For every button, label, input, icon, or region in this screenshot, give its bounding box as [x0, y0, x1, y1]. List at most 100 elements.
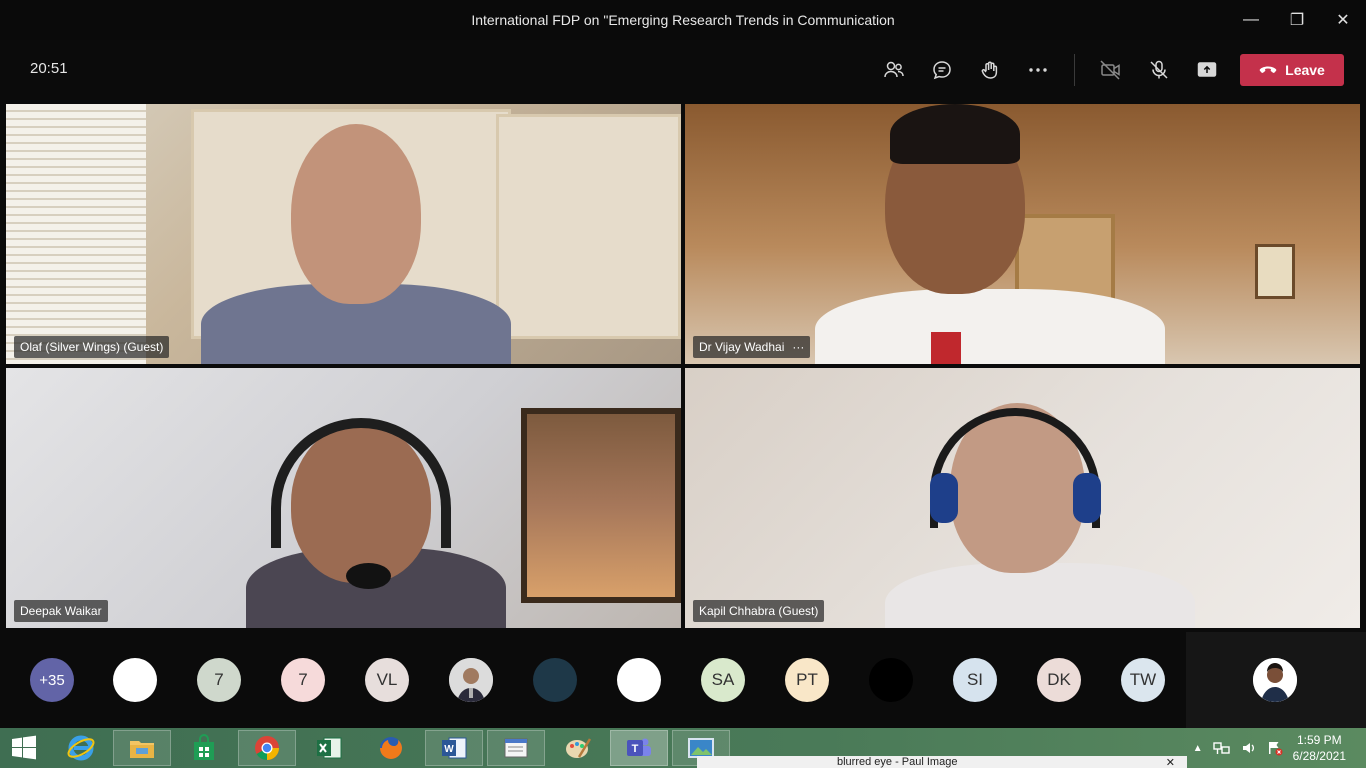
avatar-initials: TW [1129, 670, 1157, 689]
avatar[interactable] [617, 658, 661, 702]
avatar-initials: SI [966, 670, 984, 689]
participant-strip: +35 7 7 VL SA PT SI DK TW [0, 632, 1366, 728]
system-tray: ▲ 1:59 PM 6/28/2021 [1193, 728, 1366, 768]
wall-frame [1255, 244, 1295, 299]
avatar[interactable]: TW [1121, 658, 1165, 702]
tray-overflow-icon[interactable]: ▲ [1193, 743, 1203, 754]
overflow-avatar[interactable]: +35 [30, 658, 74, 702]
participant-body [885, 563, 1195, 628]
leave-button[interactable]: Leave [1240, 54, 1344, 86]
paint-icon[interactable] [549, 730, 607, 766]
participant-name: Deepak Waikar [20, 604, 102, 618]
meeting-controls [870, 50, 1231, 90]
self-preview [1186, 632, 1366, 728]
leave-label: Leave [1285, 62, 1325, 78]
overflow-count: +35 [39, 671, 65, 689]
toolbar-divider [1074, 54, 1075, 86]
profile-photo [449, 658, 493, 702]
popup-text: blurred eye - Paul Image [837, 756, 958, 768]
avatar[interactable]: 7 [197, 658, 241, 702]
headphone-cup [930, 473, 958, 523]
notification-flag-icon[interactable] [1267, 740, 1283, 756]
clock-time: 1:59 PM [1296, 733, 1342, 747]
window-blinds [6, 104, 146, 364]
profile-photo [1253, 658, 1297, 702]
avatar[interactable]: DK [1037, 658, 1081, 702]
teams-icon[interactable]: T [610, 730, 668, 766]
excel-icon[interactable] [300, 730, 358, 766]
family-photo [521, 408, 681, 603]
camera-off-icon[interactable] [1087, 50, 1135, 90]
avatar[interactable]: SI [953, 658, 997, 702]
headset-mic [346, 563, 391, 589]
avatar[interactable]: SA [701, 658, 745, 702]
clock[interactable]: 1:59 PM 6/28/2021 [1293, 732, 1346, 764]
avatar[interactable] [869, 658, 913, 702]
avatar[interactable]: VL [365, 658, 409, 702]
clock-date: 6/28/2021 [1292, 749, 1346, 763]
notepad-icon[interactable] [487, 730, 545, 766]
participant-tie [931, 332, 961, 364]
notification-popup[interactable]: blurred eye - Paul Image ✕ [697, 756, 1187, 768]
mic-off-icon[interactable] [1135, 50, 1183, 90]
video-grid: Olaf (Silver Wings) (Guest) Dr Vijay Wad… [6, 104, 1360, 628]
more-options-icon[interactable] [1014, 50, 1062, 90]
participants-icon[interactable] [870, 50, 918, 90]
close-button[interactable]: ✕ [1320, 0, 1366, 40]
ie-icon[interactable] [52, 730, 110, 766]
headset-icon [271, 418, 451, 548]
participant-name: Kapil Chhabra (Guest) [699, 604, 819, 618]
participant-name-tag: Olaf (Silver Wings) (Guest) [14, 336, 170, 358]
avatar-initials: DK [1047, 670, 1071, 689]
self-avatar[interactable] [1253, 658, 1297, 702]
participant-body [815, 289, 1165, 364]
file-explorer-icon[interactable] [113, 730, 171, 766]
participant-head [291, 124, 421, 304]
firefox-icon[interactable] [362, 730, 420, 766]
restore-button[interactable]: ❐ [1274, 0, 1320, 40]
participant-name: Dr Vijay Wadhai [699, 340, 785, 354]
participant-hair [890, 104, 1020, 164]
headphone-cup [1073, 473, 1101, 523]
more-options-icon[interactable]: ··· [792, 340, 804, 354]
participant-name: Olaf (Silver Wings) (Guest) [20, 340, 164, 354]
avatar[interactable] [113, 658, 157, 702]
avatar[interactable]: 7 [281, 658, 325, 702]
title-bar: International FDP on "Emerging Research … [0, 0, 1366, 40]
participant-name-tag: Dr Vijay Wadhai ··· [693, 336, 811, 358]
avatar-initials: 7 [214, 670, 224, 689]
participant-name-tag: Deepak Waikar [14, 600, 108, 622]
chat-icon[interactable] [918, 50, 966, 90]
avatar[interactable] [533, 658, 577, 702]
word-icon[interactable]: W [425, 730, 483, 766]
store-icon[interactable] [175, 730, 233, 766]
hang-up-icon [1259, 66, 1277, 73]
close-icon[interactable]: ✕ [1166, 756, 1175, 768]
window-title: International FDP on "Emerging Research … [471, 12, 895, 28]
svg-text:W: W [444, 744, 454, 755]
windows-logo-icon [12, 735, 36, 760]
avatar-initials: PT [796, 670, 818, 689]
avatar-initials: VL [376, 670, 398, 689]
chrome-icon[interactable] [238, 730, 296, 766]
network-icon[interactable] [1212, 740, 1231, 756]
volume-icon[interactable] [1241, 740, 1257, 756]
raise-hand-icon[interactable] [966, 50, 1014, 90]
window-controls: — ❐ ✕ [1228, 0, 1366, 40]
avatar[interactable]: PT [785, 658, 829, 702]
share-screen-icon[interactable] [1183, 50, 1231, 90]
start-button[interactable] [0, 730, 48, 766]
bookshelf [496, 114, 681, 339]
video-tile[interactable]: Kapil Chhabra (Guest) [685, 368, 1360, 628]
participant-name-tag: Kapil Chhabra (Guest) [693, 600, 825, 622]
minimize-button[interactable]: — [1228, 0, 1274, 40]
video-tile[interactable]: Dr Vijay Wadhai ··· [685, 104, 1360, 364]
video-tile[interactable]: Olaf (Silver Wings) (Guest) [6, 104, 681, 364]
avatar[interactable] [449, 658, 493, 702]
avatar-initials: 7 [298, 670, 308, 689]
svg-text:T: T [632, 743, 639, 755]
video-tile[interactable]: Deepak Waikar [6, 368, 681, 628]
meeting-duration: 20:51 [30, 60, 68, 77]
avatar-initials: SA [711, 670, 735, 689]
meeting-toolbar: 20:51 Leave [0, 40, 1366, 100]
